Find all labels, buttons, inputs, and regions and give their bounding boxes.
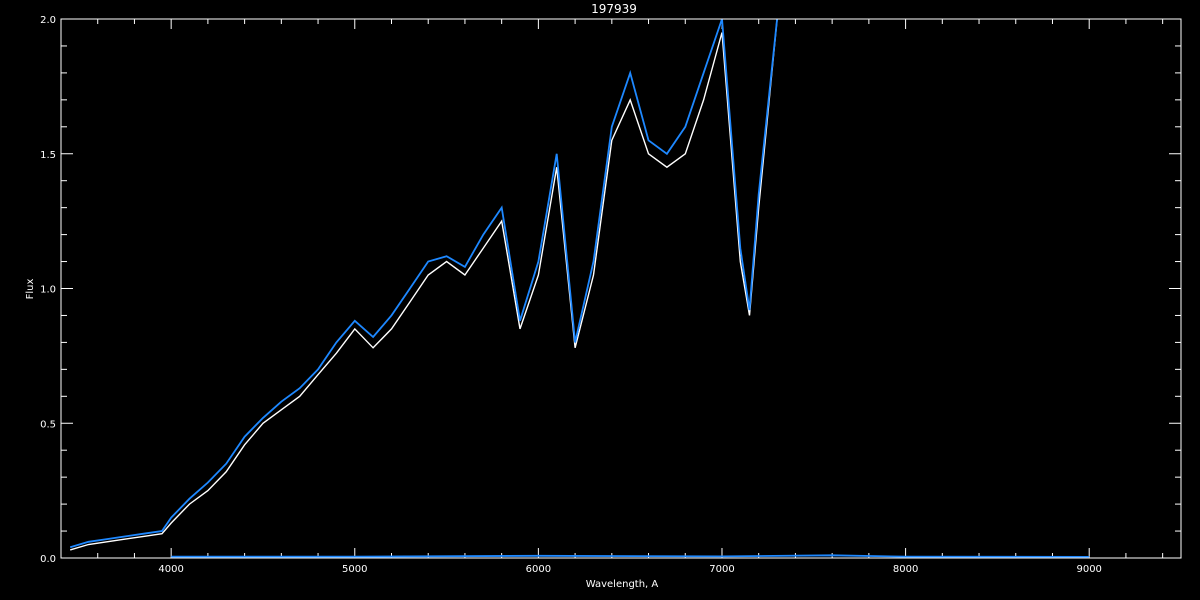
y-tick-label: 1.0 — [40, 285, 56, 296]
chart-title: 197939 — [591, 2, 637, 16]
x-axis-label: Wavelength, A — [586, 579, 659, 590]
x-tick-label: 7000 — [709, 564, 734, 575]
y-tick-label: 0.5 — [40, 419, 56, 430]
y-tick-label: 1.5 — [40, 150, 56, 161]
spectrum-line — [70, 18, 778, 551]
x-tick-label: 4000 — [158, 564, 183, 575]
x-tick-label: 5000 — [342, 564, 367, 575]
y-axis-label: Flux — [25, 279, 36, 300]
y-tick-label: 0.0 — [40, 554, 56, 565]
spectrum-line — [171, 554, 1090, 558]
spectrum-chart: 197939 Flux Wavelength, A 4000 5000 6000 70… — [25, 2, 1182, 590]
x-tick-label: 6000 — [526, 564, 551, 575]
y-tick-label: 2.0 — [40, 15, 56, 26]
axis-ticks: 4000 5000 6000 7000 8000 9000 0.0 0.5 1.0 1.5 2.0 — [40, 15, 1181, 575]
spectrum-line — [69, 18, 778, 549]
x-tick-label: 8000 — [893, 564, 918, 575]
x-tick-label: 9000 — [1076, 564, 1101, 575]
spectrum-series — [69, 18, 1090, 558]
